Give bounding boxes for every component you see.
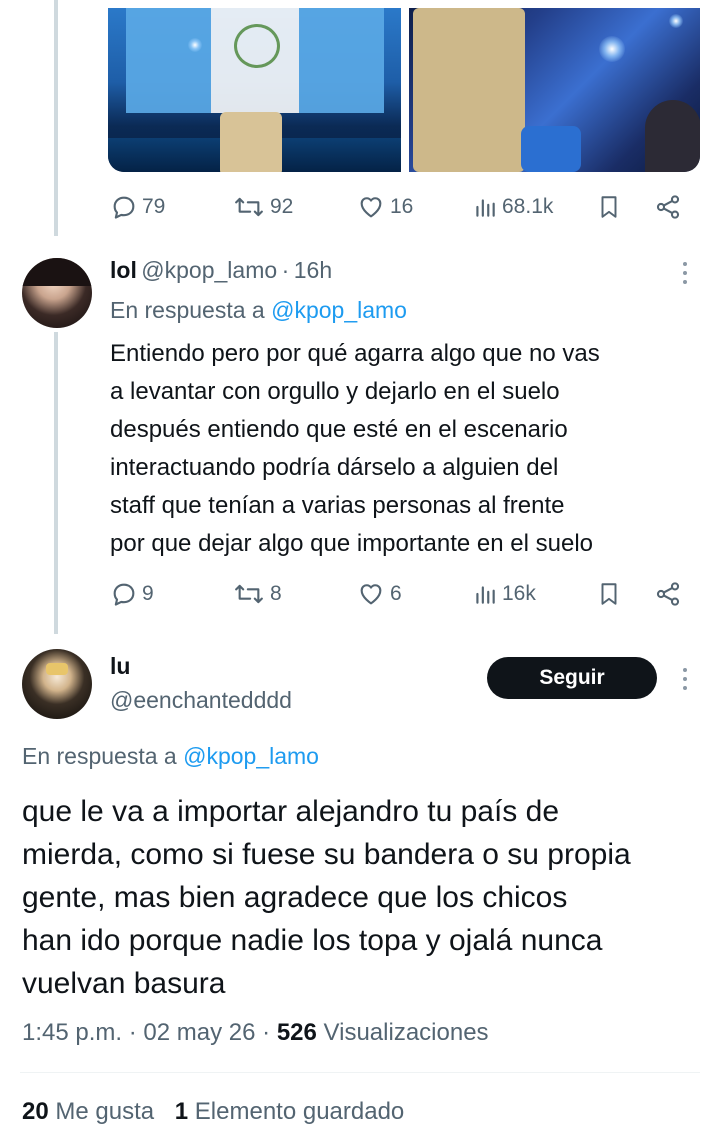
views-total: 526 [276, 1019, 317, 1046]
views-button[interactable]: 68.1k [472, 187, 553, 227]
flag-graphic [126, 8, 384, 113]
reply-button[interactable]: 79 [110, 187, 165, 227]
text-line: que le va a importar alejandro tu país d… [22, 795, 559, 828]
text-line: interactuando podría dárselo a alguien d… [110, 454, 559, 481]
bookmark-button[interactable] [596, 574, 622, 614]
like-button[interactable]: 16 [356, 187, 413, 227]
repost-button[interactable]: 92 [232, 187, 293, 227]
separator: · [128, 1019, 137, 1046]
separator: · [281, 257, 290, 283]
like-count: 6 [390, 582, 402, 605]
display-name[interactable]: lu [110, 650, 130, 682]
reply-icon [113, 196, 135, 219]
tweet-text: que le va a importar alejandro tu país d… [22, 790, 712, 1005]
text-line: Entiendo pero por qué agarra algo que no… [110, 340, 600, 367]
first-tweet-actions: 79 92 16 68.1k [108, 187, 704, 227]
reply-count: 79 [142, 195, 166, 218]
avatar[interactable] [22, 649, 92, 719]
user-handle[interactable]: @kpop_lamo [141, 257, 277, 283]
bookmark-button[interactable] [596, 187, 622, 227]
follow-button[interactable]: Seguir [487, 657, 657, 699]
text-line: gente, mas bien agradece que los chicos [22, 881, 568, 914]
avatar[interactable] [22, 258, 92, 328]
likes-label: Me gusta [55, 1098, 155, 1125]
media-image-1[interactable] [108, 8, 401, 172]
text-line: han ido porque nadie los topa y ojalá nu… [22, 924, 603, 957]
separator: · [262, 1019, 271, 1046]
text-line: mierda, como si fuese su bandera o su pr… [22, 838, 631, 871]
repost-count: 92 [270, 195, 294, 218]
tweet-stats: 20 Me gusta 1 Elemento guardado [22, 1095, 404, 1129]
tweet-meta: 1:45 p.m. · 02 may 26 · 526 Visualizacio… [22, 1016, 489, 1050]
display-name[interactable]: lol [110, 257, 137, 283]
views-icon [476, 586, 495, 604]
timestamp[interactable]: 16h [294, 257, 332, 283]
reply-to-link[interactable]: @kpop_lamo [183, 743, 319, 769]
bookmarks-total: 1 [174, 1098, 189, 1125]
likes-total: 20 [22, 1098, 49, 1125]
repost-count: 8 [270, 582, 282, 605]
repost-icon [235, 584, 263, 604]
user-handle[interactable]: @eenchantedddd [110, 684, 292, 716]
heart-icon [360, 584, 382, 605]
replying-to: En respuesta a @kpop_lamo [110, 294, 407, 326]
text-line: vuelvan basura [22, 967, 226, 1000]
text-line: por que dejar algo que importante en el … [110, 530, 593, 557]
share-button[interactable] [654, 574, 682, 614]
divider [20, 1072, 700, 1073]
text-line: después entiendo que esté en el escenari… [110, 416, 568, 443]
share-icon [656, 582, 680, 606]
share-icon [656, 195, 680, 219]
more-options-icon[interactable] [681, 666, 689, 692]
reply-tweet-actions: 9 8 6 16k [108, 574, 704, 614]
reply-count: 9 [142, 582, 154, 605]
text-line: staff que tenían a varias personas al fr… [110, 492, 565, 519]
repost-button[interactable]: 8 [232, 574, 282, 614]
reply-to-link[interactable]: @kpop_lamo [271, 297, 407, 323]
bookmarks-stat[interactable]: 1 Elemento guardado [175, 1098, 405, 1125]
bookmark-icon [601, 196, 617, 218]
thread-line-bottom [54, 332, 58, 634]
reply-prefix: En respuesta a [22, 743, 177, 769]
reply-prefix: En respuesta a [110, 297, 265, 323]
views-count: 16k [502, 582, 536, 605]
reply-text: Entiendo pero por qué agarra algo que no… [110, 335, 710, 563]
views-button[interactable]: 16k [472, 574, 536, 614]
replying-to: En respuesta a @kpop_lamo [22, 740, 319, 772]
reply-header: lol @kpop_lamo · 16h [110, 254, 332, 286]
tweet-date[interactable]: 02 may 26 [143, 1019, 255, 1046]
views-count: 68.1k [502, 195, 554, 218]
like-button[interactable]: 6 [356, 574, 402, 614]
share-button[interactable] [654, 187, 682, 227]
text-line: a levantar con orgullo y dejarlo en el s… [110, 378, 560, 405]
views-icon [476, 199, 495, 217]
reply-icon [113, 583, 135, 606]
like-count: 16 [390, 195, 414, 218]
thread-line-top [54, 0, 58, 236]
reply-button[interactable]: 9 [110, 574, 154, 614]
bookmarks-label: Elemento guardado [194, 1098, 405, 1125]
bookmark-icon [601, 583, 617, 605]
media-image-2[interactable] [409, 8, 700, 172]
more-options-icon[interactable] [681, 260, 689, 286]
views-label: Visualizaciones [323, 1019, 489, 1046]
tweet-time[interactable]: 1:45 p.m. [22, 1019, 122, 1046]
heart-icon [360, 197, 382, 218]
repost-icon [235, 197, 263, 217]
likes-stat[interactable]: 20 Me gusta [22, 1098, 161, 1125]
